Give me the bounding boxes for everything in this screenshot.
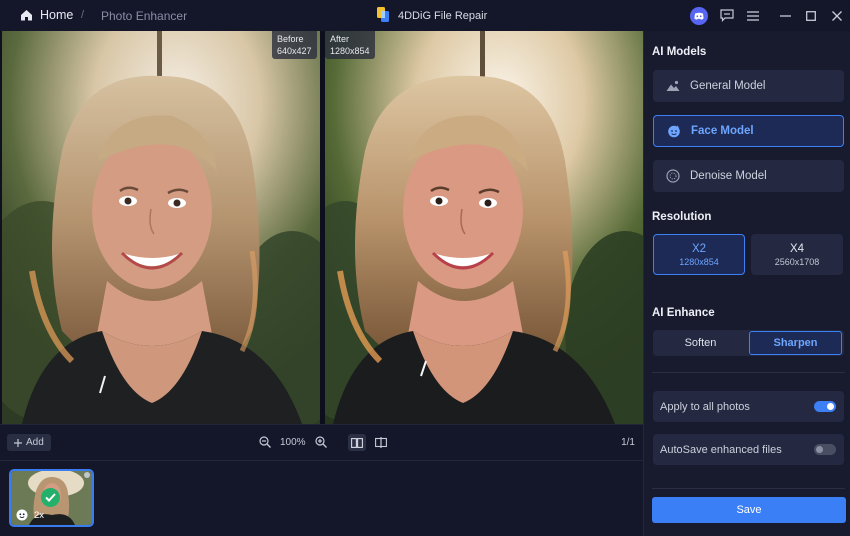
ai-models-title: AI Models: [652, 46, 707, 58]
zoom-in-button[interactable]: [314, 435, 328, 449]
comparison-viewer[interactable]: Before 640x427 After 1280x854: [0, 31, 643, 424]
menu-icon: [747, 10, 759, 21]
viewer-toolbar: Add 100% 1/1: [0, 424, 643, 460]
page-indicator: 1/1: [621, 437, 635, 448]
breadcrumb-separator: /: [81, 9, 85, 21]
soften-option[interactable]: Soften: [654, 331, 747, 355]
autosave-label: AutoSave enhanced files: [660, 443, 782, 456]
plus-icon: [14, 438, 22, 447]
autosave-toggle[interactable]: [814, 444, 836, 455]
maximize-icon: [806, 10, 816, 21]
ai-enhance-title: AI Enhance: [652, 307, 715, 319]
split-view-button[interactable]: [372, 434, 390, 451]
add-label: Add: [26, 437, 44, 448]
home-icon: [21, 10, 32, 21]
apply-all-label: Apply to all photos: [660, 400, 750, 413]
after-image: [325, 31, 643, 424]
title-bar: Home / Photo Enhancer 4DDiG File Repair: [0, 0, 850, 31]
resolution-x2-label: X2: [691, 242, 707, 255]
app-title: 4DDiG File Repair: [376, 6, 487, 23]
apply-all-toggle[interactable]: [814, 401, 836, 412]
after-label: After: [330, 34, 350, 44]
minimize-button[interactable]: [772, 0, 798, 31]
save-button[interactable]: Save: [652, 497, 846, 523]
view-mode-toggle: [348, 434, 390, 451]
maximize-button[interactable]: [798, 0, 824, 31]
resolution-x4-label: X4: [789, 242, 805, 255]
thumbnail-scale: 2x: [16, 509, 44, 521]
general-model-label: General Model: [690, 80, 766, 92]
thumbnail-item[interactable]: 2x: [9, 469, 94, 527]
landscape-icon: [666, 80, 680, 91]
resolution-x2-size: 1280x854: [679, 256, 719, 267]
resolution-title: Resolution: [652, 211, 712, 223]
app-logo-icon: [377, 7, 389, 22]
discord-button[interactable]: [684, 0, 714, 31]
split-view-icon: [375, 437, 387, 448]
menu-button[interactable]: [740, 0, 766, 31]
minimize-icon: [779, 14, 791, 17]
after-tag: After 1280x854: [325, 31, 375, 59]
apply-all-row: Apply to all photos: [653, 391, 844, 422]
denoise-model-option[interactable]: Denoise Model: [653, 160, 844, 192]
thumbnail-scale-label: 2x: [34, 509, 45, 521]
general-model-option[interactable]: General Model: [653, 70, 844, 102]
side-by-side-view-button[interactable]: [348, 434, 366, 451]
zoom-controls: 100%: [258, 435, 328, 449]
home-label: Home: [40, 8, 74, 22]
before-tag: Before 640x427: [272, 31, 317, 59]
zoom-in-icon: [314, 436, 327, 448]
zoom-out-button[interactable]: [258, 435, 272, 449]
window-controls: [684, 0, 850, 31]
before-label: Before: [277, 34, 304, 44]
face-icon: [668, 125, 680, 138]
denoise-model-label: Denoise Model: [690, 170, 767, 182]
close-icon: [832, 10, 842, 21]
breadcrumb-current: Photo Enhancer: [101, 9, 188, 23]
sharpen-option[interactable]: Sharpen: [749, 331, 842, 355]
settings-panel: AI Models General Model Face Model Denoi…: [643, 31, 850, 536]
before-size: 640x427: [277, 46, 312, 56]
panel-divider-bottom: [652, 488, 845, 489]
before-image: [2, 31, 320, 424]
app-title-text: 4DDiG File Repair: [398, 10, 488, 22]
zoom-out-icon: [259, 436, 271, 448]
close-button[interactable]: [824, 0, 850, 31]
resolution-x4-option[interactable]: X4 2560x1708: [751, 234, 843, 275]
side-by-side-icon: [351, 437, 363, 448]
zoom-level: 100%: [280, 436, 306, 448]
panel-divider: [652, 372, 845, 373]
feedback-button[interactable]: [714, 0, 740, 31]
ai-enhance-segmented: Soften Sharpen: [653, 330, 844, 356]
face-model-icon: [16, 509, 28, 521]
discord-icon: [690, 6, 708, 25]
face-model-label: Face Model: [691, 125, 754, 137]
add-button[interactable]: Add: [7, 434, 51, 451]
after-size: 1280x854: [330, 46, 370, 56]
face-model-option[interactable]: Face Model: [653, 115, 844, 147]
autosave-row: AutoSave enhanced files: [653, 434, 844, 465]
denoise-icon: [666, 169, 680, 183]
home-button[interactable]: Home: [20, 8, 73, 22]
thumbnail-strip: 2x: [0, 460, 643, 536]
resolution-x2-option[interactable]: X2 1280x854: [653, 234, 745, 275]
resolution-x4-size: 2560x1708: [774, 256, 820, 267]
check-icon: [41, 488, 60, 507]
remove-thumbnail-icon[interactable]: [84, 472, 90, 478]
feedback-icon: [720, 9, 734, 22]
